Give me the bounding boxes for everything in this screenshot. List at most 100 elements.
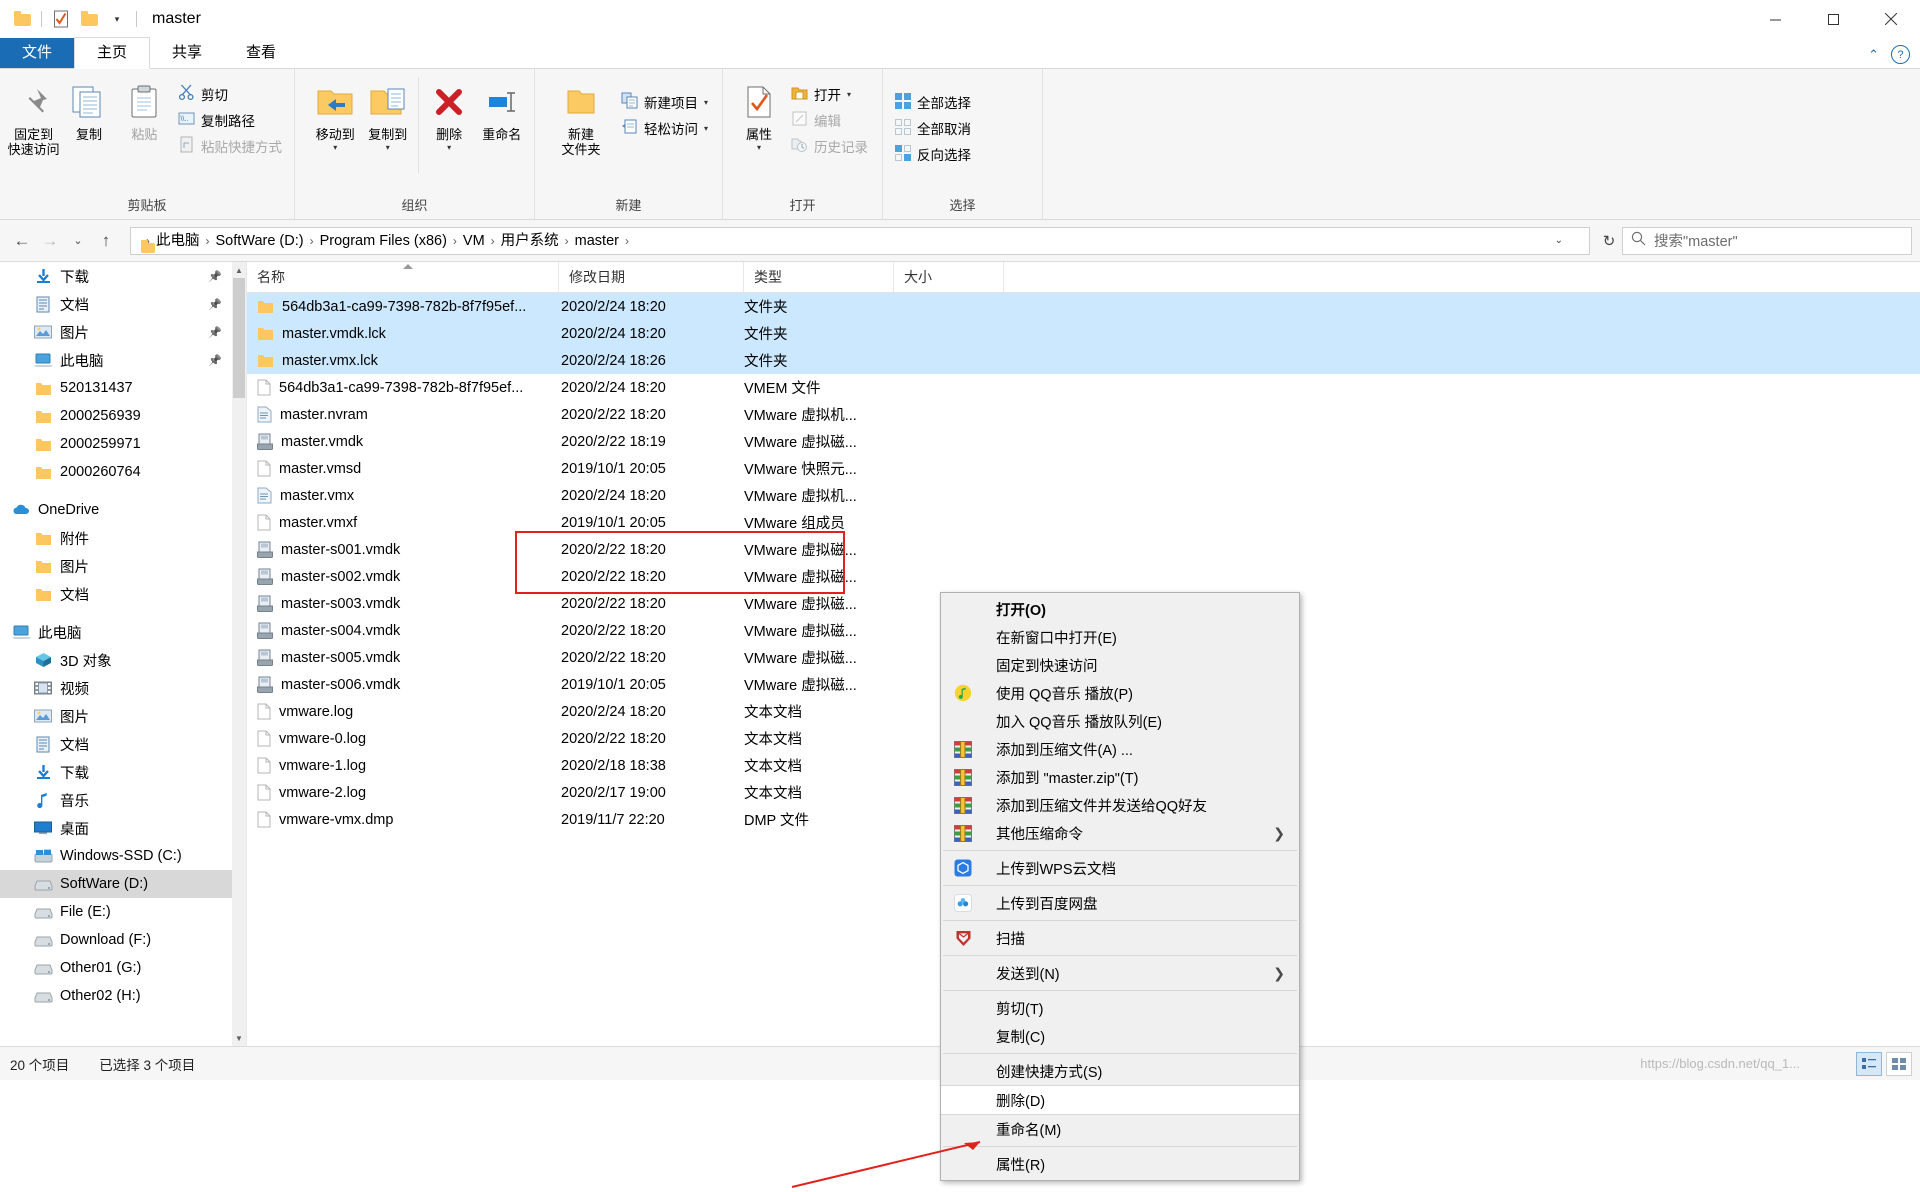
scrollbar-thumb[interactable] — [233, 278, 245, 398]
copy-path-button[interactable]: \\.. 复制路径 — [172, 107, 288, 133]
select-all-button[interactable]: 全部选择 — [889, 89, 977, 115]
scroll-down-icon[interactable]: ▼ — [232, 1030, 246, 1046]
pin-icon[interactable]: 📌 — [208, 354, 222, 367]
column-header-date[interactable]: 修改日期 — [559, 262, 744, 292]
breadcrumb-item-1[interactable]: SoftWare (D:) — [211, 229, 309, 253]
sidebar-item-onedrive[interactable]: OneDrive — [0, 496, 232, 524]
table-row[interactable]: master.vmx.lck 2020/2/24 18:26 文件夹 — [247, 347, 1920, 374]
sidebar-item-[interactable]: 图片 — [0, 702, 232, 730]
maximize-button[interactable] — [1804, 0, 1862, 38]
sidebar-item-file-e[interactable]: File (E:) — [0, 898, 232, 926]
sidebar-item-software-d[interactable]: SoftWare (D:) — [0, 870, 232, 898]
edit-button[interactable]: 编辑 — [785, 107, 874, 133]
menu-item-19[interactable]: 复制(C) — [941, 1022, 1299, 1050]
sidebar-item-2000260764[interactable]: 2000260764 — [0, 458, 232, 486]
recent-locations-button[interactable]: ⌄ — [64, 227, 92, 255]
breadcrumb-item-2[interactable]: Program Files (x86) — [315, 229, 452, 253]
table-row[interactable]: master.vmx 2020/2/24 18:20 VMware 虚拟机... — [247, 482, 1920, 509]
sidebar-item-[interactable]: 下载 — [0, 758, 232, 786]
menu-item-5[interactable]: 添加到压缩文件(A) ... — [941, 735, 1299, 763]
breadcrumb[interactable]: › 此电脑 › SoftWare (D:) › Program Files (x… — [130, 226, 1590, 255]
sidebar-item-2000256939[interactable]: 2000256939 — [0, 402, 232, 430]
tab-home[interactable]: 主页 — [74, 37, 151, 69]
scroll-up-icon[interactable]: ▲ — [232, 262, 246, 278]
sidebar-item-[interactable]: 文档 — [0, 730, 232, 758]
menu-item-18[interactable]: 剪切(T) — [941, 994, 1299, 1022]
sidebar-item-[interactable]: 音乐 — [0, 786, 232, 814]
up-button[interactable]: ↑ — [92, 227, 120, 255]
table-row[interactable]: master.nvram 2020/2/22 18:20 VMware 虚拟机... — [247, 401, 1920, 428]
menu-item-6[interactable]: 添加到 "master.zip"(T) — [941, 763, 1299, 791]
forward-button[interactable]: → — [36, 227, 64, 255]
pin-icon[interactable]: 📌 — [208, 298, 222, 311]
breadcrumb-item-0[interactable]: 此电脑 — [151, 229, 205, 253]
sidebar-item-3d[interactable]: 3D 对象 — [0, 646, 232, 674]
chevron-down-icon[interactable]: ▾ — [704, 98, 708, 107]
pin-to-quick-access-button[interactable]: 固定到 快速访问 — [6, 73, 61, 157]
sidebar-item-[interactable]: 此电脑 📌 — [0, 346, 232, 374]
paste-shortcut-button[interactable]: 粘贴快捷方式 — [172, 133, 288, 159]
new-folder-icon[interactable] — [75, 4, 103, 34]
sidebar-item-other02-h[interactable]: Other02 (H:) — [0, 982, 232, 1010]
properties-button[interactable]: 属性 ▾ — [733, 73, 785, 152]
menu-item-21[interactable]: 创建快捷方式(S) — [941, 1057, 1299, 1085]
invert-selection-button[interactable]: 反向选择 — [889, 141, 977, 167]
breadcrumb-item-4[interactable]: 用户系统 — [496, 229, 564, 253]
table-row[interactable]: master.vmdk.lck 2020/2/24 18:20 文件夹 — [247, 320, 1920, 347]
menu-item-7[interactable]: 添加到压缩文件并发送给QQ好友 — [941, 791, 1299, 819]
details-view-icon[interactable] — [1856, 1051, 1882, 1076]
chevron-down-icon[interactable]: ▾ — [757, 143, 761, 152]
copy-to-button[interactable]: 复制到 ▾ — [362, 73, 415, 152]
history-button[interactable]: 历史记录 — [785, 133, 874, 159]
customize-dropdown-icon[interactable]: ▾ — [103, 4, 131, 34]
table-row[interactable]: master.vmxf 2019/10/1 20:05 VMware 组成员 — [247, 509, 1920, 536]
refresh-button[interactable]: ↻ — [1596, 228, 1622, 254]
pin-icon[interactable]: 📌 — [208, 326, 222, 339]
menu-item-3[interactable]: 使用 QQ音乐 播放(P) — [941, 679, 1299, 707]
table-row[interactable]: master.vmsd 2019/10/1 20:05 VMware 快照元... — [247, 455, 1920, 482]
sidebar-item-2000259971[interactable]: 2000259971 — [0, 430, 232, 458]
easy-access-button[interactable]: 轻松访问 ▾ — [615, 115, 714, 141]
sidebar-item-[interactable]: 图片 📌 — [0, 318, 232, 346]
select-none-button[interactable]: 全部取消 — [889, 115, 977, 141]
sidebar-item-[interactable]: 桌面 — [0, 814, 232, 842]
tab-share[interactable]: 共享 — [150, 38, 224, 68]
menu-item-16[interactable]: 发送到(N) ❯ — [941, 959, 1299, 987]
chevron-down-icon[interactable]: ▾ — [447, 143, 451, 152]
breadcrumb-item-5[interactable]: master — [570, 229, 624, 253]
chevron-down-icon[interactable]: ▾ — [847, 90, 851, 99]
menu-item-4[interactable]: 加入 QQ音乐 播放队列(E) — [941, 707, 1299, 735]
help-icon[interactable]: ? — [1891, 45, 1910, 64]
copy-button[interactable]: 复制 — [61, 73, 116, 142]
pin-icon[interactable]: 📌 — [208, 270, 222, 283]
sidebar-item-[interactable]: 视频 — [0, 674, 232, 702]
menu-item-0[interactable]: 打开(O) — [941, 595, 1299, 623]
menu-item-10[interactable]: 上传到WPS云文档 — [941, 854, 1299, 882]
new-folder-button[interactable]: 新建 文件夹 — [547, 73, 615, 157]
sidebar-item-[interactable]: 图片 — [0, 552, 232, 580]
chevron-down-icon[interactable]: ▾ — [333, 143, 337, 152]
menu-item-8[interactable]: 其他压缩命令 ❯ — [941, 819, 1299, 847]
menu-item-14[interactable]: 扫描 — [941, 924, 1299, 952]
sidebar-item-520131437[interactable]: 520131437 — [0, 374, 232, 402]
sidebar-item-[interactable]: 此电脑 — [0, 618, 232, 646]
table-row[interactable]: master.vmdk 2020/2/22 18:19 VMware 虚拟磁... — [247, 428, 1920, 455]
breadcrumb-dropdown-icon[interactable]: ⌄ — [1555, 235, 1563, 246]
table-row[interactable]: master-s001.vmdk 2020/2/22 18:20 VMware 虚拟… — [247, 536, 1920, 563]
menu-item-23[interactable]: 重命名(M) — [941, 1115, 1299, 1143]
sidebar-item-other01-g[interactable]: Other01 (G:) — [0, 954, 232, 982]
search-input[interactable]: 搜索"master" — [1622, 226, 1912, 255]
sidebar-item-[interactable]: 附件 — [0, 524, 232, 552]
nav-scrollbar[interactable]: ▲ ▼ — [232, 262, 246, 1046]
close-button[interactable] — [1862, 0, 1920, 38]
chevron-down-icon[interactable]: ▾ — [386, 143, 390, 152]
tiles-view-icon[interactable] — [1886, 1051, 1912, 1076]
menu-item-22[interactable]: 删除(D) — [941, 1085, 1299, 1115]
delete-button[interactable]: 删除 ▾ — [423, 73, 476, 152]
menu-item-12[interactable]: 上传到百度网盘 — [941, 889, 1299, 917]
table-row[interactable]: master-s002.vmdk 2020/2/22 18:20 VMware 虚拟… — [247, 563, 1920, 590]
sidebar-item-[interactable]: 文档 — [0, 580, 232, 608]
column-header-type[interactable]: 类型 — [744, 262, 894, 292]
menu-item-25[interactable]: 属性(R) — [941, 1150, 1299, 1178]
table-row[interactable]: 564db3a1-ca99-7398-782b-8f7f95ef... 2020/… — [247, 293, 1920, 320]
